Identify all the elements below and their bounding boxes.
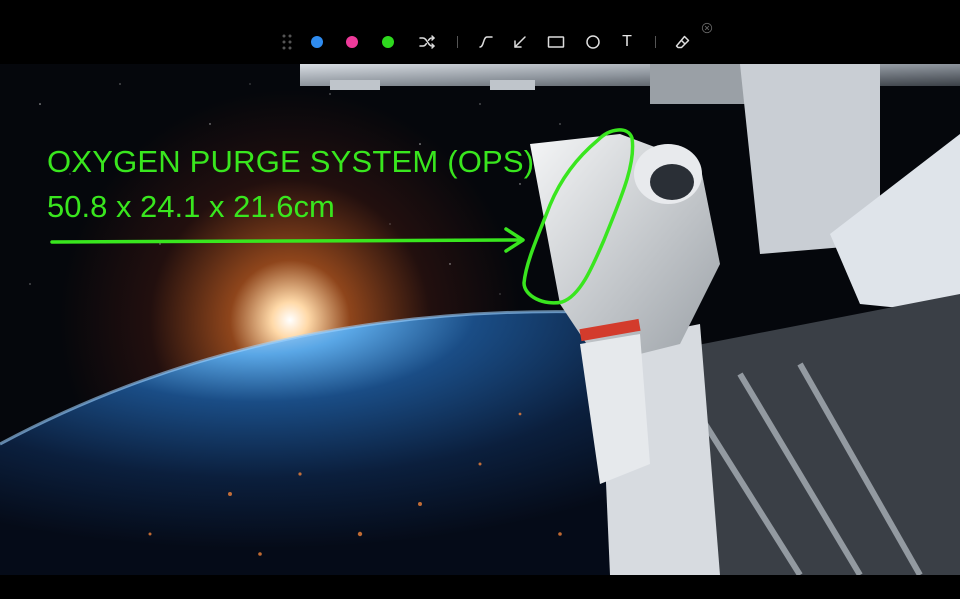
bottom-bar bbox=[0, 575, 960, 599]
toolbar-divider bbox=[457, 36, 458, 48]
annotation-toolbar: T bbox=[0, 0, 960, 64]
curve-icon[interactable] bbox=[474, 30, 498, 54]
text-tool-label: T bbox=[622, 33, 632, 50]
close-icon[interactable] bbox=[700, 21, 714, 35]
blue-dot bbox=[311, 36, 323, 48]
photo-illustration bbox=[0, 64, 960, 575]
rectangle-icon[interactable] bbox=[544, 30, 568, 54]
arrow-icon[interactable] bbox=[508, 30, 532, 54]
annotation-dimensions[interactable]: 50.8 x 24.1 x 21.6cm bbox=[47, 190, 335, 224]
toolbar-row: T bbox=[0, 28, 960, 56]
shuffle-icon[interactable] bbox=[415, 30, 439, 54]
annotation-title[interactable]: OXYGEN PURGE SYSTEM (OPS) bbox=[47, 145, 534, 179]
pink-dot bbox=[346, 36, 358, 48]
color-swatch-pink[interactable] bbox=[346, 30, 358, 54]
green-dot bbox=[382, 36, 394, 48]
drag-handle-icon[interactable] bbox=[280, 30, 294, 54]
color-swatch-blue[interactable] bbox=[311, 30, 323, 54]
eraser-icon[interactable] bbox=[671, 30, 695, 54]
space-photo bbox=[0, 64, 960, 575]
circle-icon[interactable] bbox=[581, 30, 605, 54]
toolbar-divider bbox=[655, 36, 656, 48]
text-icon[interactable]: T bbox=[615, 30, 639, 54]
color-swatch-green[interactable] bbox=[382, 30, 394, 54]
